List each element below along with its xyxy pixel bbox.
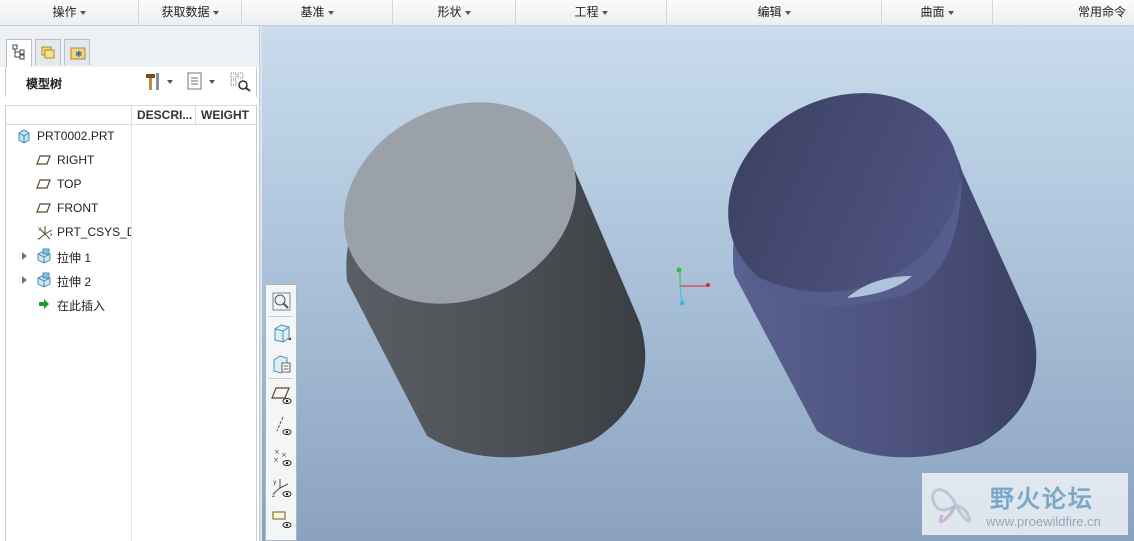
filter-columns-icon[interactable]: [228, 70, 254, 92]
tree-item-extrude-2[interactable]: 拉伸 2: [6, 269, 131, 291]
ribbon-group-bar: 操作 获取数据 基准 形状 工程 编辑 曲面 常用命令: [0, 0, 1134, 26]
solid-cylinder[interactable]: [311, 65, 646, 458]
tree-item-csys[interactable]: y x z PRT_CSYS_DEF: [6, 221, 131, 243]
3d-scene: [311, 54, 1037, 458]
tree-item-extrude-1[interactable]: 拉伸 1: [6, 245, 131, 267]
ribbon-group-get-data[interactable]: 获取数据: [139, 0, 242, 25]
svg-text:×: ×: [281, 451, 287, 459]
watermark-title: 野火论坛: [990, 486, 1094, 513]
navigator-tabs: ✱: [0, 26, 260, 67]
svg-text:✱: ✱: [75, 50, 83, 60]
csys-display-toggle[interactable]: y z: [269, 475, 293, 499]
svg-text:z: z: [272, 492, 275, 499]
view-toolbar: × × × y z 7: [265, 284, 297, 541]
datum-plane-icon: [36, 203, 51, 213]
chevron-down-icon: [79, 10, 86, 15]
display-style-icon: [274, 324, 291, 343]
datum-point-display-icon: × × ×: [273, 448, 292, 466]
tree-item-insert-here[interactable]: 在此插入: [6, 293, 131, 315]
tree-item-top[interactable]: TOP: [6, 173, 131, 195]
datum-axis-display-toggle[interactable]: [269, 413, 293, 437]
extrude-icon: [37, 248, 51, 264]
extrude-icon: [37, 272, 51, 288]
column-divider: [131, 125, 132, 541]
tree-item-part[interactable]: PRT0002.PRT: [6, 125, 131, 147]
show-list-icon[interactable]: [184, 70, 218, 92]
tree-item-right[interactable]: RIGHT: [6, 149, 131, 171]
column-header-description[interactable]: DESCRI...: [131, 106, 195, 124]
zoom-fit-button[interactable]: [269, 289, 293, 313]
svg-text:y: y: [38, 226, 41, 232]
chevron-down-icon: [212, 10, 219, 15]
datum-plane-icon: [36, 155, 51, 165]
svg-text:×: ×: [273, 456, 279, 464]
model-tree: PRT0002.PRT RIGHT TOP FRONT y x z PRT_CS…: [5, 125, 257, 541]
favorites-icon: ✱: [70, 47, 86, 60]
model-tree-title: 模型树: [26, 77, 63, 91]
tab-model-tree[interactable]: [6, 39, 32, 67]
ribbon-group-shapes[interactable]: 形状: [393, 0, 516, 25]
svg-text:x: x: [50, 232, 52, 238]
expand-arrow-icon[interactable]: [22, 276, 27, 284]
navigator-panel: ✱ 模型树 DESCRI... WEIGHT PRT0002.PRT RIGHT…: [0, 26, 260, 541]
ribbon-group-surfaces[interactable]: 曲面: [882, 0, 993, 25]
annotation-display-icon: 7: [272, 511, 292, 530]
datum-plane-icon: [36, 179, 51, 189]
ribbon-group-engineering[interactable]: 工程: [516, 0, 667, 25]
toolbar-separator: [269, 316, 293, 317]
svg-text:×: ×: [274, 448, 280, 456]
folder-browser-icon: [41, 46, 55, 59]
chevron-down-icon: [947, 10, 954, 15]
saved-views-icon: [273, 355, 291, 374]
ribbon-group-operations[interactable]: 操作: [0, 0, 139, 25]
chevron-down-icon: [327, 10, 334, 15]
ribbon-group-datum[interactable]: 基准: [242, 0, 393, 25]
insert-here-arrow-icon: [39, 299, 49, 309]
zoom-fit-icon: [272, 292, 291, 311]
csys-icon: y x z: [37, 226, 52, 240]
chevron-down-icon: [464, 10, 471, 15]
settings-hammer-icon[interactable]: [142, 70, 176, 92]
model-tree-column-header: DESCRI... WEIGHT: [5, 105, 257, 125]
tab-folder-browser[interactable]: [35, 39, 61, 65]
part-icon: [18, 129, 30, 144]
svg-text:z: z: [37, 237, 40, 240]
watermark-url: www.proewildfire.cn: [986, 514, 1101, 529]
csys-display-icon: y z: [272, 479, 292, 499]
annotation-display-toggle[interactable]: 7: [269, 506, 293, 530]
saved-views-button[interactable]: [269, 351, 293, 375]
tab-favorites[interactable]: ✱: [64, 39, 90, 65]
ribbon-group-editing[interactable]: 编辑: [667, 0, 882, 25]
toolbar-separator: [269, 378, 293, 379]
datum-plane-display-icon: [271, 387, 292, 404]
datum-plane-display-toggle[interactable]: [269, 382, 293, 406]
chevron-down-icon: [784, 10, 791, 15]
graphics-window[interactable]: [262, 26, 1134, 541]
forum-watermark: 野火论坛 www.proewildfire.cn: [922, 473, 1128, 535]
chevron-down-icon: [601, 10, 608, 15]
expand-arrow-icon[interactable]: [22, 252, 27, 260]
datum-point-display-toggle[interactable]: × × ×: [269, 444, 293, 468]
coordinate-triad-icon: [676, 267, 710, 306]
svg-text:y: y: [273, 479, 277, 486]
butterfly-logo-icon: [931, 488, 971, 524]
ribbon-group-common-commands[interactable]: 常用命令: [993, 0, 1134, 25]
model-tree-header: 模型树: [5, 67, 257, 97]
column-header-weight[interactable]: WEIGHT: [195, 106, 256, 124]
datum-axis-display-icon: [276, 416, 292, 435]
display-style-button[interactable]: [269, 320, 293, 344]
model-tree-icon: [12, 44, 25, 60]
tree-item-front[interactable]: FRONT: [6, 197, 131, 219]
hollow-cylinder[interactable]: [693, 54, 1037, 458]
